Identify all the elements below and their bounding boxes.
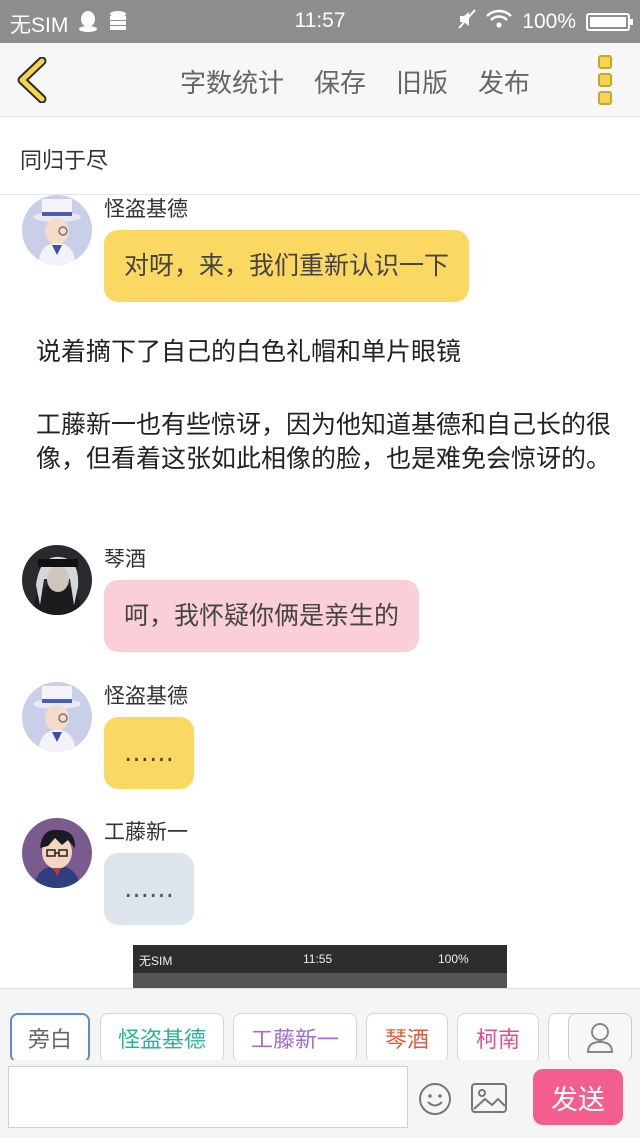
story-title-bar[interactable]: 同归于尽 (0, 117, 640, 195)
kid-avatar-icon (22, 195, 92, 265)
embedded-nav (133, 973, 507, 988)
user-icon (586, 1023, 614, 1053)
story-title: 同归于尽 (20, 149, 109, 174)
chat-bubble[interactable]: 呵，我怀疑你俩是亲生的 (104, 580, 420, 652)
role-label: 旁白 (27, 1028, 72, 1053)
emoji-button[interactable] (418, 1082, 452, 1116)
chevron-left-icon (17, 56, 47, 104)
battery-percent: 100% (522, 10, 576, 33)
role-shinichi[interactable]: 工藤新一 (233, 1013, 357, 1063)
more-dot-icon (598, 55, 612, 69)
input-bar: 发送 (0, 1060, 640, 1138)
send-button[interactable]: 发送 (533, 1069, 623, 1125)
role-gin[interactable]: 琴酒 (366, 1013, 448, 1063)
avatar[interactable] (22, 195, 92, 265)
more-dot-icon (598, 73, 612, 87)
battery-icon (586, 13, 633, 31)
add-role-button[interactable] (568, 1013, 632, 1063)
image-icon (471, 1083, 507, 1113)
status-right: 100% (458, 9, 633, 35)
speaker-name: 工藤新一 (104, 820, 188, 844)
back-button[interactable] (14, 56, 54, 104)
smiley-icon (419, 1083, 451, 1115)
embedded-screenshot-image[interactable]: 无SIM 11:55 100% (133, 945, 507, 988)
more-dot-icon (598, 91, 612, 105)
role-label: 怪盗基德 (117, 1028, 206, 1053)
role-label: 琴酒 (384, 1028, 429, 1053)
old-version-button[interactable]: 旧版 (396, 63, 448, 100)
image-button[interactable] (470, 1082, 508, 1114)
role-selector: 旁白 怪盗基德 工藤新一 琴酒 柯南 (0, 988, 640, 1063)
wifi-icon (486, 9, 513, 35)
status-bar: 无SIM 11:57 100% (0, 0, 640, 43)
speaker-name: 怪盗基德 (104, 197, 188, 221)
role-conan[interactable]: 柯南 (457, 1013, 539, 1063)
publish-button[interactable]: 发布 (478, 63, 530, 100)
avatar[interactable] (22, 682, 92, 752)
role-kid[interactable]: 怪盗基德 (100, 1013, 224, 1063)
chat-bubble[interactable]: …… (104, 717, 194, 789)
role-label: 工藤新一 (250, 1028, 339, 1053)
speaker-name: 怪盗基德 (104, 684, 188, 708)
embedded-status-bar: 无SIM 11:55 100% (133, 945, 507, 973)
embedded-carrier: 无SIM (139, 954, 173, 968)
role-label: 柯南 (475, 1028, 520, 1053)
gin-avatar-icon (22, 545, 92, 615)
top-nav: 字数统计 保存 旧版 发布 (0, 43, 640, 117)
word-count-button[interactable]: 字数统计 (180, 63, 284, 100)
narration-text[interactable]: 工藤新一也有些惊讶，因为他知道基德和自己长的很像，但看着这张如此相像的脸，也是难… (36, 408, 616, 476)
narration-text[interactable]: 说着摘下了自己的白色礼帽和单片眼镜 (36, 335, 616, 369)
chat-bubble[interactable]: 对呀，来，我们重新认识一下 (104, 230, 470, 302)
message-input[interactable] (8, 1066, 408, 1128)
embedded-time: 11:55 (303, 952, 333, 966)
embedded-battery: 100% (438, 952, 469, 966)
kid-avatar-icon (22, 682, 92, 752)
speaker-name: 琴酒 (104, 547, 146, 571)
chat-bubble[interactable]: …… (104, 853, 194, 925)
nav-actions: 字数统计 保存 旧版 发布 (180, 63, 530, 100)
role-narrator[interactable]: 旁白 (10, 1013, 90, 1063)
mute-icon (458, 9, 477, 35)
save-button[interactable]: 保存 (314, 63, 366, 100)
avatar[interactable] (22, 818, 92, 888)
shinichi-avatar-icon (22, 818, 92, 888)
avatar[interactable] (22, 545, 92, 615)
more-menu-button[interactable] (598, 55, 616, 105)
story-content[interactable]: 怪盗基德 对呀，来，我们重新认识一下 说着摘下了自己的白色礼帽和单片眼镜 工藤新… (0, 195, 640, 988)
